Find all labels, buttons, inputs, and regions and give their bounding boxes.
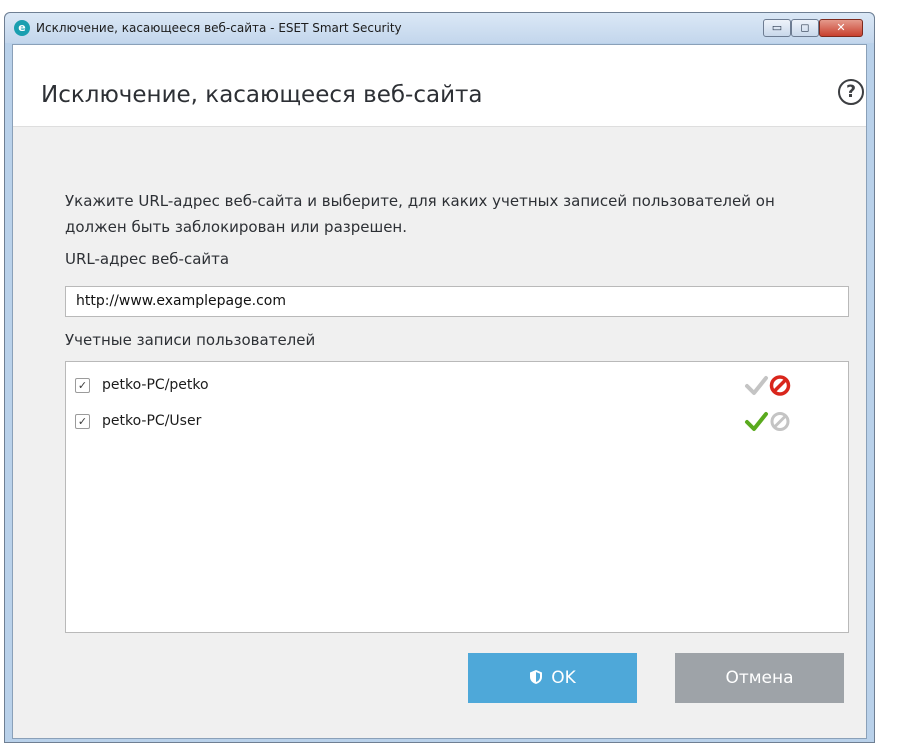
user-accounts-list: ✓ petko-PC/petko ✓ petko-PC/User bbox=[65, 361, 849, 633]
check-icon[interactable] bbox=[745, 412, 768, 431]
url-input[interactable]: http://www.examplepage.com bbox=[65, 286, 849, 317]
page-title: Исключение, касающееся веб-сайта bbox=[41, 82, 483, 108]
url-label: URL-адрес веб-сайта bbox=[65, 250, 230, 268]
eset-logo-icon: e bbox=[14, 20, 30, 36]
access-status bbox=[744, 373, 804, 399]
description-text: Укажите URL-адрес веб-сайта и выберите, … bbox=[65, 192, 775, 236]
close-button[interactable]: ✕ bbox=[819, 19, 863, 37]
block-icon[interactable] bbox=[770, 412, 790, 431]
ok-button-label: OK bbox=[551, 668, 576, 688]
window-title: Исключение, касающееся веб-сайта - ESET … bbox=[36, 21, 402, 35]
minimize-button[interactable]: ▭ bbox=[763, 19, 791, 37]
account-name: petko-PC/User bbox=[102, 413, 202, 429]
block-icon[interactable] bbox=[769, 375, 791, 396]
list-item[interactable]: ✓ petko-PC/petko bbox=[66, 374, 848, 400]
account-checkbox[interactable]: ✓ bbox=[75, 414, 90, 429]
access-status bbox=[744, 409, 804, 435]
check-icon[interactable] bbox=[745, 376, 768, 395]
maximize-button[interactable]: ◻ bbox=[791, 19, 819, 37]
title-bar[interactable]: e Исключение, касающееся веб-сайта - ESE… bbox=[5, 13, 874, 43]
account-name: petko-PC/petko bbox=[102, 377, 209, 393]
dialog-header: Исключение, касающееся веб-сайта ? bbox=[13, 45, 866, 127]
shield-icon bbox=[530, 670, 543, 684]
cancel-button-label: Отмена bbox=[725, 668, 794, 688]
account-checkbox[interactable]: ✓ bbox=[75, 378, 90, 393]
cancel-button[interactable]: Отмена bbox=[675, 653, 844, 703]
dialog-window: e Исключение, касающееся веб-сайта - ESE… bbox=[4, 12, 875, 743]
ok-button[interactable]: OK bbox=[468, 653, 637, 703]
list-item[interactable]: ✓ petko-PC/User bbox=[66, 410, 848, 436]
help-icon[interactable]: ? bbox=[838, 79, 864, 105]
dialog-content: Исключение, касающееся веб-сайта ? Укажи… bbox=[12, 44, 867, 739]
accounts-label: Учетные записи пользователей bbox=[65, 331, 316, 349]
